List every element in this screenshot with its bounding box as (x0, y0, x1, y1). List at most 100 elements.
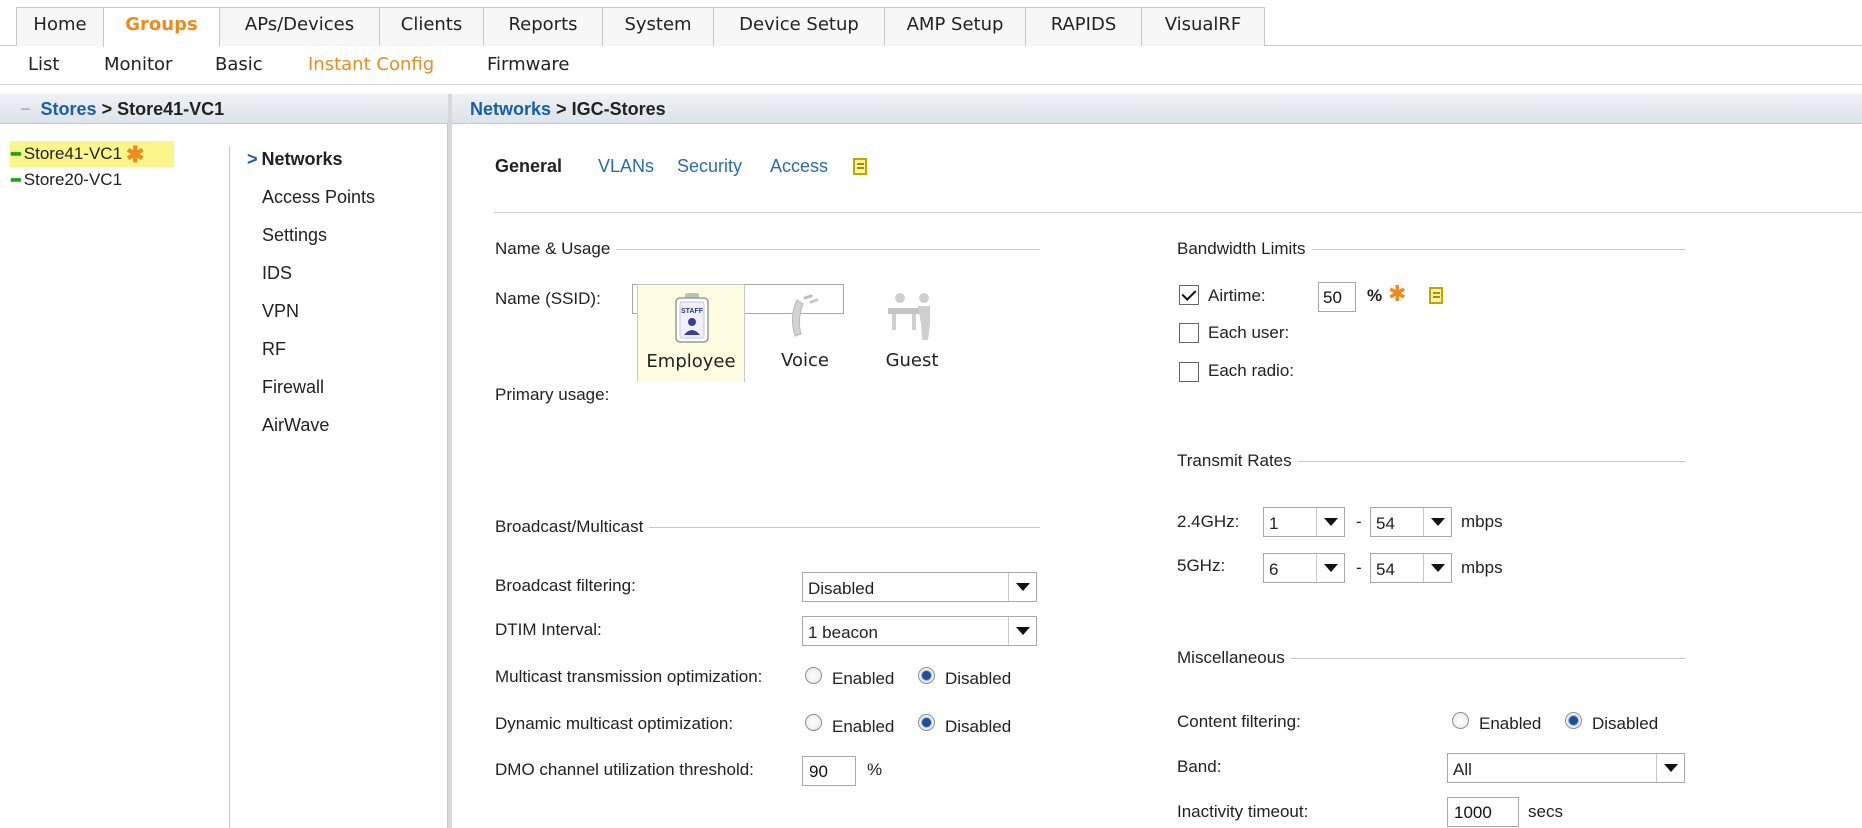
breadcrumb-stores-link[interactable]: Stores (41, 99, 97, 119)
mto-enabled-radio[interactable] (805, 667, 822, 684)
inactivity-timeout-unit: secs (1528, 802, 1563, 821)
select-value: 1 (1269, 514, 1279, 533)
dmo-enabled-radio[interactable] (805, 714, 822, 731)
staff-badge-icon: STAFF (675, 293, 709, 343)
menu-access-points[interactable]: Access Points (247, 184, 375, 222)
airtime-unit: % (1367, 286, 1383, 305)
dmo-disabled-radio[interactable] (918, 714, 935, 731)
primary-usage-label: Primary usage: (495, 385, 610, 404)
section-title: Miscellaneous (1177, 648, 1285, 667)
broadcast-filtering-select[interactable]: Disabled (802, 572, 1037, 602)
section-title: Name & Usage (495, 239, 611, 258)
each-radio-checkbox[interactable] (1179, 362, 1199, 382)
guest-desk-icon (888, 293, 930, 340)
section-broadcast-multicast: Broadcast/Multicast (495, 517, 1040, 537)
content-disabled-radio[interactable] (1565, 712, 1582, 729)
modified-asterisk-icon: ✱ (1388, 282, 1407, 307)
staff-badge-text: STAFF (681, 308, 704, 315)
menu-networks[interactable]: > Networks (247, 146, 375, 184)
tab-clients[interactable]: Clients (379, 7, 484, 46)
rate-24ghz-label: 2.4GHz: (1177, 512, 1240, 531)
subnav-basic[interactable]: Basic (215, 51, 263, 79)
airtime-checkbox[interactable] (1179, 285, 1199, 305)
tab-visualrf[interactable]: VisualRF (1141, 7, 1265, 46)
subnav-monitor[interactable]: Monitor (104, 51, 172, 79)
rate-dash: - (1356, 558, 1362, 577)
section-title: Transmit Rates (1177, 451, 1292, 470)
rate-24ghz-min-select[interactable]: 1 (1263, 507, 1345, 537)
content-disabled-label: Disabled (1592, 714, 1659, 733)
notes-icon[interactable] (853, 158, 867, 175)
tab-home[interactable]: Home (16, 7, 104, 46)
dmo-threshold-input[interactable]: 90 (802, 756, 856, 786)
tree-item-store41[interactable]: ••• Store41-VC1 ✱ (10, 141, 175, 167)
section-title: Broadcast/Multicast (495, 517, 644, 536)
tab-system[interactable]: System (602, 7, 714, 46)
usage-option-employee[interactable]: STAFF Employee (637, 284, 745, 382)
each-user-label: Each user: (1208, 323, 1290, 342)
inactivity-timeout-input[interactable]: 1000 (1447, 797, 1519, 827)
dmo-enabled-label: Enabled (832, 717, 895, 736)
mto-disabled-radio[interactable] (918, 667, 935, 684)
tab-aps-devices[interactable]: APs/Devices (219, 7, 380, 46)
menu-airwave[interactable]: AirWave (247, 412, 375, 450)
usage-option-guest[interactable]: Guest (858, 284, 966, 382)
subnav-firmware[interactable]: Firmware (487, 51, 570, 79)
group-tree: ••• Store41-VC1 ✱ ••• Store20-VC1 (10, 141, 175, 193)
sub-navigation: List Monitor Basic Instant Config Firmwa… (0, 47, 1862, 85)
section-title: Bandwidth Limits (1177, 239, 1306, 258)
menu-ids[interactable]: IDS (247, 260, 375, 298)
usage-option-label: Voice (781, 350, 829, 371)
left-panel: − Stores > Store41-VC1 ••• Store41-VC1 ✱ ••… (0, 94, 448, 828)
chevron-down-icon (1316, 554, 1344, 582)
tree-menu-divider (229, 146, 230, 828)
subnav-instant-config[interactable]: Instant Config (308, 51, 434, 79)
rate-24ghz-max-select[interactable]: 54 (1370, 507, 1452, 537)
tree-item-store20[interactable]: ••• Store20-VC1 (10, 167, 174, 193)
content-enabled-radio[interactable] (1452, 712, 1469, 729)
right-breadcrumb: Networks > IGC-Stores (452, 94, 1862, 124)
collapse-icon[interactable]: − (20, 99, 31, 119)
menu-vpn[interactable]: VPN (247, 298, 375, 336)
menu-settings[interactable]: Settings (247, 222, 375, 260)
chevron-right-icon: > (247, 149, 258, 169)
section-miscellaneous: Miscellaneous (1177, 648, 1685, 668)
tab-rapids[interactable]: RAPIDS (1025, 7, 1142, 46)
modified-asterisk-icon: ✱ (126, 142, 145, 167)
multicast-transmission-label: Multicast transmission optimization: (495, 667, 763, 686)
tab-vlans[interactable]: VLANs (598, 156, 654, 177)
breadcrumb-separator: > (101, 99, 113, 119)
breadcrumb-separator: > (556, 99, 567, 119)
rate-5ghz-min-select[interactable]: 6 (1263, 553, 1345, 583)
dmo-disabled-label: Disabled (945, 717, 1012, 736)
dtim-select[interactable]: 1 beacon (802, 616, 1037, 646)
tab-general[interactable]: General (495, 156, 562, 177)
chevron-down-icon (1656, 754, 1684, 782)
menu-rf[interactable]: RF (247, 336, 375, 374)
chevron-down-icon (1316, 508, 1344, 536)
band-select[interactable]: All (1447, 753, 1685, 783)
chevron-down-icon (1008, 617, 1036, 645)
mto-disabled-label: Disabled (945, 669, 1012, 688)
airtime-input[interactable]: 50 (1318, 282, 1356, 312)
usage-option-voice[interactable]: Voice (751, 284, 859, 382)
each-user-checkbox[interactable] (1179, 323, 1199, 343)
notes-icon[interactable] (1429, 287, 1443, 304)
chevron-down-icon (1423, 554, 1451, 582)
select-value: 6 (1269, 560, 1279, 579)
top-navigation: Home Groups APs/Devices Clients Reports … (0, 0, 1862, 47)
dmo-threshold-label: DMO channel utilization threshold: (495, 760, 754, 779)
select-value: 1 beacon (808, 623, 878, 642)
tab-security[interactable]: Security (677, 156, 742, 177)
tab-reports[interactable]: Reports (483, 7, 603, 46)
tab-access[interactable]: Access (770, 156, 828, 177)
tab-device-setup[interactable]: Device Setup (713, 7, 885, 46)
rate-5ghz-max-select[interactable]: 54 (1370, 553, 1452, 583)
tab-amp-setup[interactable]: AMP Setup (884, 7, 1026, 46)
menu-firewall[interactable]: Firewall (247, 374, 375, 412)
breadcrumb-networks-link[interactable]: Networks (470, 99, 551, 119)
subnav-list[interactable]: List (28, 51, 59, 79)
mto-enabled-label: Enabled (832, 669, 895, 688)
select-value: Disabled (808, 579, 875, 598)
tab-groups[interactable]: Groups (103, 7, 220, 47)
